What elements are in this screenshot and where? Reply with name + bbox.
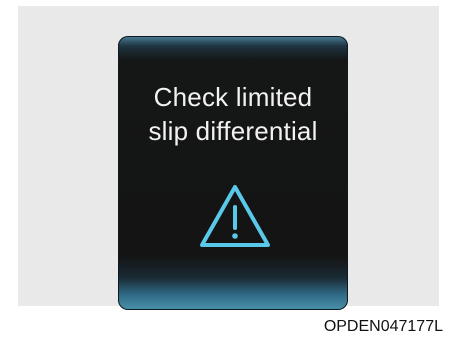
- warning-triangle-icon: [200, 185, 270, 247]
- message-line-2: slip differential: [148, 116, 318, 146]
- figure-code: OPDEN047177L: [323, 318, 443, 335]
- message-line-1: Check limited: [153, 82, 313, 112]
- cluster-display: Check limited slip differential: [118, 36, 348, 310]
- warning-message: Check limited slip differential: [118, 80, 348, 148]
